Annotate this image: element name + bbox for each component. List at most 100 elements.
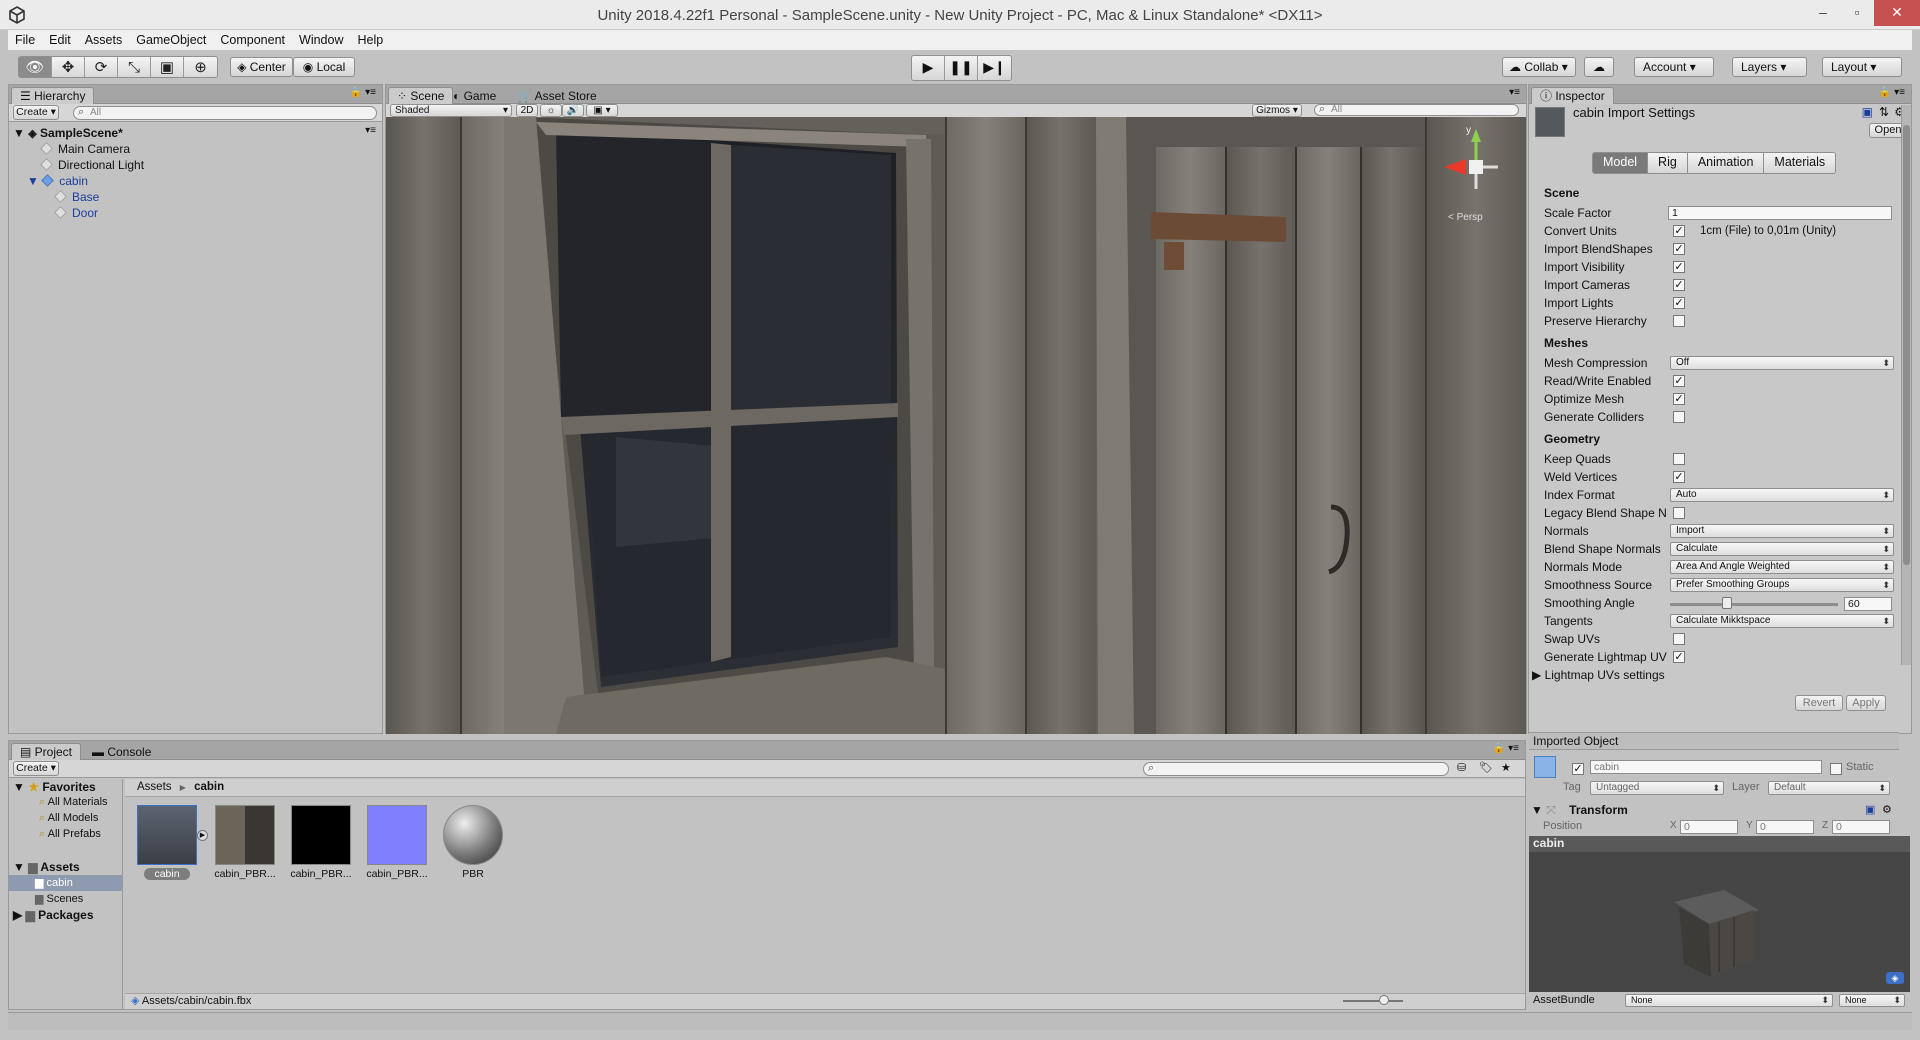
- packages-folder[interactable]: ▶ ▆ Packages: [13, 907, 94, 923]
- assetbundle-dropdown[interactable]: None: [1625, 994, 1833, 1007]
- asset-label-icon[interactable]: ◈: [1886, 972, 1904, 984]
- tab-materials[interactable]: Materials: [1764, 153, 1836, 173]
- pivot-center-button[interactable]: ◈ Center: [230, 57, 293, 77]
- tab-asset-store[interactable]: 🛒 Asset Store: [508, 87, 606, 104]
- object-name-field[interactable]: cabin: [1590, 760, 1822, 774]
- tab-hierarchy[interactable]: ☰ Hierarchy: [11, 87, 95, 104]
- help-icon[interactable]: ▣: [1865, 803, 1875, 816]
- slider-handle[interactable]: [1722, 597, 1733, 609]
- blend-normals-dropdown[interactable]: Calculate: [1670, 542, 1894, 556]
- 2d-toggle-button[interactable]: 2D: [516, 104, 538, 117]
- index-format-dropdown[interactable]: Auto: [1670, 488, 1894, 502]
- preserve-hierarchy-checkbox[interactable]: [1673, 315, 1685, 327]
- menu-help[interactable]: Help: [350, 30, 390, 50]
- smoothness-source-dropdown[interactable]: Prefer Smoothing Groups: [1670, 578, 1894, 592]
- layout-button[interactable]: Layout ▾: [1822, 57, 1902, 77]
- rotate-tool-icon[interactable]: ⟳: [85, 57, 118, 77]
- swap-uvs-checkbox[interactable]: [1673, 633, 1685, 645]
- maximize-icon[interactable]: ▫: [1840, 0, 1874, 26]
- favorite-icon[interactable]: ★: [1501, 761, 1511, 774]
- lighting-icon[interactable]: ☼: [540, 104, 562, 117]
- import-lights-checkbox[interactable]: ✓: [1673, 297, 1685, 309]
- position-z-field[interactable]: 0: [1832, 820, 1890, 834]
- expand-arrow-icon[interactable]: ▶: [197, 830, 208, 841]
- generate-lightmap-checkbox[interactable]: ✓: [1673, 651, 1685, 663]
- panel-menu-icon[interactable]: 🔒 ▾≡: [1493, 743, 1519, 754]
- gizmos-dropdown[interactable]: Gizmos ▾: [1252, 104, 1302, 117]
- help-icon[interactable]: ▣: [1862, 105, 1873, 119]
- tab-model[interactable]: Model: [1593, 153, 1649, 173]
- weld-vertices-checkbox[interactable]: ✓: [1673, 471, 1685, 483]
- thumbnail-slider-handle[interactable]: [1379, 995, 1389, 1005]
- close-icon[interactable]: ✕: [1874, 0, 1920, 26]
- assets-folder[interactable]: ▼ ▆ Assets: [13, 859, 80, 875]
- collab-button[interactable]: ☁ Collab ▾: [1502, 57, 1576, 77]
- pivot-local-button[interactable]: ◉ Local: [293, 57, 355, 77]
- scene-root-item[interactable]: ▼ ◈ SampleScene*: [13, 125, 123, 141]
- tab-project[interactable]: ▤ Project: [11, 743, 82, 760]
- fav-all-models[interactable]: ⌕ All Models: [39, 810, 98, 826]
- panel-menu-icon[interactable]: 🔒 ▾≡: [350, 87, 376, 98]
- assetbundle-variant-dropdown[interactable]: None: [1839, 994, 1905, 1007]
- scrollbar-thumb[interactable]: [1903, 125, 1910, 565]
- hierarchy-item-cabin[interactable]: ▼ cabin: [27, 173, 88, 189]
- gear-icon[interactable]: ⚙: [1882, 803, 1892, 816]
- scale-factor-field[interactable]: 1: [1668, 206, 1892, 220]
- rect-tool-icon[interactable]: ▣: [151, 57, 184, 77]
- move-tool-icon[interactable]: ✥: [52, 57, 85, 77]
- hierarchy-item-directional-light[interactable]: Directional Light: [40, 157, 144, 173]
- tab-console[interactable]: ▬ Console: [83, 743, 160, 760]
- menu-window[interactable]: Window: [292, 30, 350, 50]
- normals-dropdown[interactable]: Import: [1670, 524, 1894, 538]
- tab-animation[interactable]: Animation: [1687, 153, 1765, 173]
- play-icon[interactable]: ▶: [912, 56, 945, 80]
- static-checkbox[interactable]: [1830, 763, 1842, 775]
- preview-area[interactable]: ◈: [1529, 852, 1910, 992]
- thumbnail-size-slider[interactable]: [1343, 1000, 1403, 1002]
- convert-units-checkbox[interactable]: ✓: [1673, 225, 1685, 237]
- transform-all-tool-icon[interactable]: ⊕: [184, 57, 217, 77]
- active-checkbox[interactable]: ✓: [1572, 763, 1584, 775]
- tab-rig[interactable]: Rig: [1648, 153, 1688, 173]
- smoothing-angle-field[interactable]: 60: [1844, 597, 1892, 611]
- lightmap-settings-foldout[interactable]: ▶ Lightmap UVs settings: [1532, 666, 1665, 684]
- tag-dropdown[interactable]: Untagged: [1590, 781, 1724, 795]
- hierarchy-search-input[interactable]: All: [73, 106, 377, 120]
- pause-icon[interactable]: ❚❚: [945, 56, 978, 80]
- transform-header[interactable]: ▼ ⤧ Transform: [1531, 803, 1628, 818]
- filter-by-type-icon[interactable]: ⛁: [1457, 761, 1466, 774]
- effects-icon[interactable]: ▣ ▾: [586, 104, 618, 117]
- scene-viewport[interactable]: y < Persp: [386, 117, 1526, 734]
- favorites-item[interactable]: ▼ ★ Favorites: [13, 779, 96, 795]
- asset-cabin-pbr-albedo[interactable]: cabin_PBR...: [213, 805, 277, 880]
- import-visibility-checkbox[interactable]: ✓: [1673, 261, 1685, 273]
- asset-cabin-pbr-normal[interactable]: cabin_PBR...: [365, 805, 429, 880]
- minimize-icon[interactable]: –: [1806, 0, 1840, 26]
- menu-gameobject[interactable]: GameObject: [129, 30, 213, 50]
- menu-assets[interactable]: Assets: [78, 30, 130, 50]
- position-y-field[interactable]: 0: [1756, 820, 1814, 834]
- inspector-scrollbar[interactable]: [1901, 105, 1911, 665]
- preset-icon[interactable]: ⇅: [1879, 105, 1889, 119]
- step-icon[interactable]: ▶❙: [978, 56, 1011, 80]
- fav-all-materials[interactable]: ⌕ All Materials: [39, 794, 108, 810]
- keep-quads-checkbox[interactable]: [1673, 453, 1685, 465]
- asset-cabin-pbr-metallic[interactable]: cabin_PBR...: [289, 805, 353, 880]
- audio-icon[interactable]: 🔊: [562, 104, 584, 117]
- optimize-mesh-checkbox[interactable]: ✓: [1673, 393, 1685, 405]
- revert-button[interactable]: Revert: [1795, 695, 1843, 711]
- scale-tool-icon[interactable]: ⤡: [118, 57, 151, 77]
- asset-pbr-material[interactable]: PBR: [441, 805, 505, 880]
- panel-menu-icon[interactable]: ▾≡: [1509, 87, 1520, 98]
- scene-menu-icon[interactable]: ▾≡: [365, 125, 376, 136]
- project-create-button[interactable]: Create ▾: [13, 761, 59, 776]
- read-write-checkbox[interactable]: ✓: [1673, 375, 1685, 387]
- layers-button[interactable]: Layers ▾: [1732, 57, 1807, 77]
- asset-cabin-model[interactable]: cabin: [135, 805, 199, 880]
- legacy-blend-checkbox[interactable]: [1673, 507, 1685, 519]
- apply-button[interactable]: Apply: [1846, 695, 1886, 711]
- generate-colliders-checkbox[interactable]: [1673, 411, 1685, 423]
- hierarchy-item-base[interactable]: Base: [54, 189, 99, 205]
- cloud-icon[interactable]: ☁: [1584, 57, 1614, 77]
- menu-edit[interactable]: Edit: [42, 30, 78, 50]
